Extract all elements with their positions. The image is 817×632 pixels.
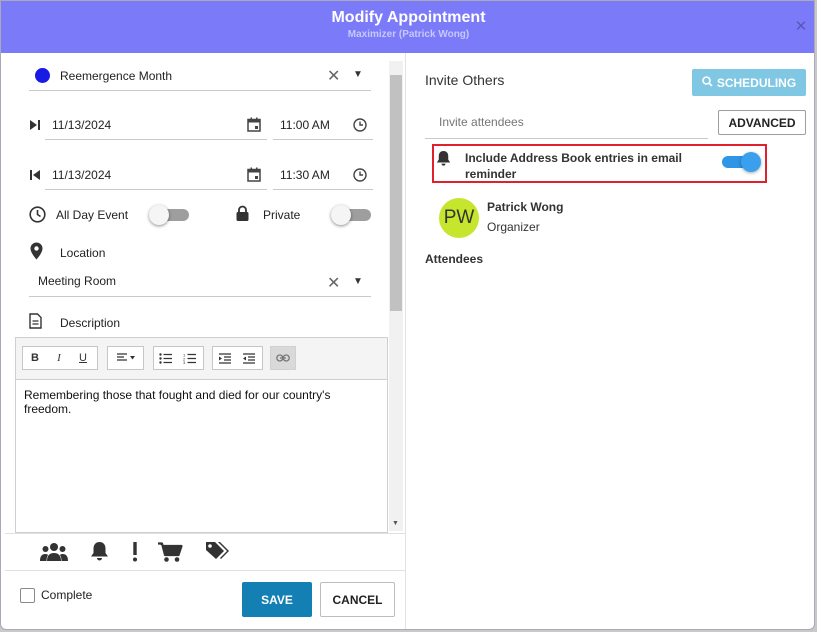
all-day-toggle[interactable] [147,203,191,227]
scroll-down-arrow[interactable]: ▼ [392,520,399,527]
organizer-role: Organizer [487,220,540,234]
priority-icon[interactable] [132,542,138,567]
location-dropdown-icon[interactable]: ▼ [353,276,363,287]
description-label: Description [60,316,121,330]
cancel-button[interactable]: CANCEL [320,582,395,617]
italic-button[interactable]: I [47,347,71,369]
location-value: Meeting Room [38,274,117,288]
calendar-icon[interactable] [247,117,261,137]
appointment-details-pane: Reemergence Month ✕ ▼ 11/13/2024 11:00 A… [1,53,405,629]
clock-icon[interactable] [353,168,367,187]
end-time-field[interactable]: 11:30 AM [273,159,373,190]
end-time-value: 11:30 AM [280,168,330,182]
clock-icon[interactable] [353,118,367,137]
calendar-icon[interactable] [247,167,261,187]
align-group [107,346,144,370]
bullet-list-icon[interactable] [154,347,178,369]
location-label: Location [60,246,106,260]
outdent-icon[interactable] [237,347,261,369]
location-pin-icon [30,242,43,265]
category-value: Reemergence Month [60,69,173,83]
clear-category-icon[interactable]: ✕ [327,66,340,86]
svg-text:3: 3 [183,360,186,364]
address-book-highlight: Include Address Book entries in email re… [432,144,767,183]
tags-icon[interactable] [205,541,230,566]
invite-heading: Invite Others [425,72,505,88]
description-editor[interactable]: B I U 123 Remembering those that fought … [15,337,388,533]
start-date-field[interactable]: 11/13/2024 [45,109,267,140]
address-book-toggle[interactable] [720,150,764,174]
cart-icon[interactable] [158,542,183,568]
save-button[interactable]: SAVE [242,582,312,617]
scheduling-button[interactable]: SCHEDULING [692,69,806,96]
category-dropdown-icon[interactable]: ▼ [353,69,363,80]
scrollbar-thumb[interactable] [390,75,402,311]
invite-pane: Invite Others SCHEDULING ADVANCED Includ… [405,53,814,629]
text-style-group: B I U [22,346,98,370]
indent-group [212,346,263,370]
list-group: 123 [153,346,204,370]
document-icon [29,313,42,334]
numbered-list-icon[interactable]: 123 [178,347,202,369]
complete-checkbox[interactable] [20,588,35,603]
organizer-name: Patrick Wong [487,200,564,214]
lock-icon [235,205,250,227]
link-group [270,346,296,370]
scrollbar[interactable]: ▼ [389,61,403,531]
complete-label: Complete [41,588,93,602]
dialog-title: Modify Appointment [331,9,486,26]
advanced-button[interactable]: ADVANCED [718,110,806,135]
dialog-subtitle: Maximizer (Patrick Wong) [347,29,470,40]
bell-icon [436,150,451,172]
private-label: Private [263,208,301,222]
start-date-value: 11/13/2024 [52,118,112,132]
location-field[interactable]: Meeting Room ✕ ▼ [29,266,371,297]
description-text[interactable]: Remembering those that fought and died f… [24,388,354,416]
bottom-icon-bar [5,533,405,571]
start-icon [29,118,41,130]
all-day-label: All Day Event [56,208,129,222]
category-color-dot [35,68,50,83]
start-time-field[interactable]: 11:00 AM [273,109,373,140]
end-date-value: 11/13/2024 [52,168,112,182]
clear-location-icon[interactable]: ✕ [327,273,340,293]
scheduling-label: SCHEDULING [716,75,797,90]
clock-icon [29,206,46,228]
editor-toolbar: B I U 123 [16,338,387,380]
private-toggle[interactable] [329,203,373,227]
bell-icon[interactable] [90,541,109,567]
indent-icon[interactable] [213,347,237,369]
start-time-value: 11:00 AM [280,118,330,132]
search-icon [702,75,713,90]
invite-attendees-input[interactable] [439,115,699,129]
end-icon [29,168,41,180]
end-date-field[interactable]: 11/13/2024 [45,159,267,190]
dialog-header: Modify Appointment Maximizer (Patrick Wo… [1,1,814,53]
bold-button[interactable]: B [23,347,47,369]
address-book-label: Include Address Book entries in email re… [465,151,682,181]
underline-button[interactable]: U [71,347,95,369]
align-icon[interactable] [108,347,143,369]
invite-attendees-field[interactable] [425,109,708,139]
category-field[interactable]: Reemergence Month ✕ ▼ [29,61,371,91]
avatar: PW [439,198,479,238]
link-icon[interactable] [271,347,295,369]
modify-appointment-dialog: Modify Appointment Maximizer (Patrick Wo… [0,0,815,630]
attendees-heading: Attendees [425,252,484,266]
attendees-icon[interactable] [40,542,68,567]
close-icon[interactable]: ✕ [794,19,808,34]
